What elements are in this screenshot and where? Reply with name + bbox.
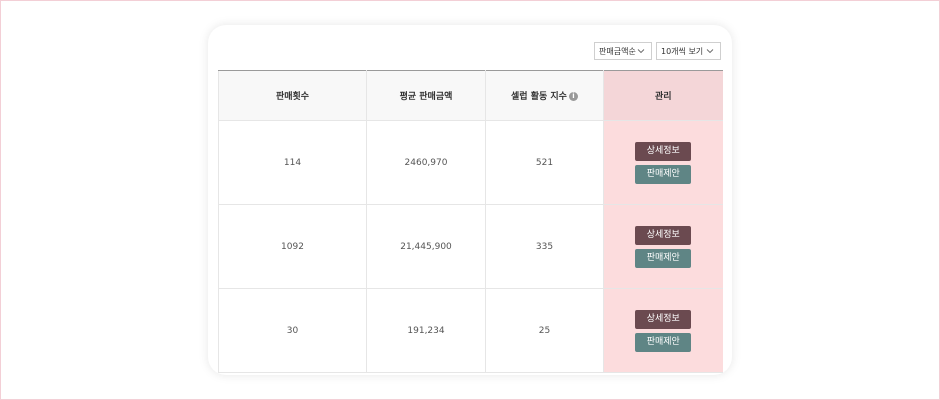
chevron-down-icon — [637, 49, 645, 54]
filter-toolbar: 판매금액순 10개씩 보기 — [594, 42, 721, 60]
cell-activity-index: 25 — [485, 288, 604, 373]
cell-avg-sales: 2460,970 — [366, 120, 486, 205]
page-size-select[interactable]: 10개씩 보기 — [656, 42, 721, 60]
propose-sale-button[interactable]: 판매제안 — [635, 164, 692, 184]
detail-button[interactable]: 상세정보 — [635, 225, 692, 245]
cell-sales-count: 1092 — [218, 204, 367, 289]
table-header-row: 판매횟수 평균 판매금액 셀럽 활동 지수 i 관리 — [218, 70, 723, 121]
info-icon[interactable]: i — [568, 92, 578, 101]
table-row: 1092 21,445,900 335 상세정보 판매제안 — [218, 204, 723, 289]
header-manage: 관리 — [603, 70, 723, 121]
sort-select-value: 판매금액순 — [599, 46, 636, 56]
detail-button[interactable]: 상세정보 — [635, 141, 692, 161]
detail-button[interactable]: 상세정보 — [635, 309, 692, 329]
header-avg-sales: 평균 판매금액 — [366, 70, 486, 121]
sales-table: 판매횟수 평균 판매금액 셀럽 활동 지수 i 관리 114 2460,970 5… — [218, 70, 723, 373]
cell-activity-index: 335 — [485, 204, 604, 289]
cell-activity-index: 521 — [485, 120, 604, 205]
cell-manage: 상세정보 판매제안 — [603, 120, 723, 205]
propose-sale-button[interactable]: 판매제안 — [635, 248, 692, 268]
cell-manage: 상세정보 판매제안 — [603, 204, 723, 289]
sort-select[interactable]: 판매금액순 — [594, 42, 652, 60]
chevron-down-icon — [706, 49, 714, 54]
results-card: 판매금액순 10개씩 보기 판매횟수 평균 판매금액 셀럽 활동 지수 i 관리… — [208, 25, 732, 375]
header-sales-count: 판매횟수 — [218, 70, 367, 121]
page-size-select-value: 10개씩 보기 — [661, 46, 704, 56]
table-row: 30 191,234 25 상세정보 판매제안 — [218, 288, 723, 373]
header-activity-index: 셀럽 활동 지수 i — [485, 70, 604, 121]
cell-avg-sales: 191,234 — [366, 288, 486, 373]
cell-sales-count: 30 — [218, 288, 367, 373]
cell-manage: 상세정보 판매제안 — [603, 288, 723, 373]
propose-sale-button[interactable]: 판매제안 — [635, 332, 692, 352]
table-row: 114 2460,970 521 상세정보 판매제안 — [218, 120, 723, 205]
header-activity-index-label: 셀럽 활동 지수 — [511, 92, 567, 102]
cell-sales-count: 114 — [218, 120, 367, 205]
cell-avg-sales: 21,445,900 — [366, 204, 486, 289]
